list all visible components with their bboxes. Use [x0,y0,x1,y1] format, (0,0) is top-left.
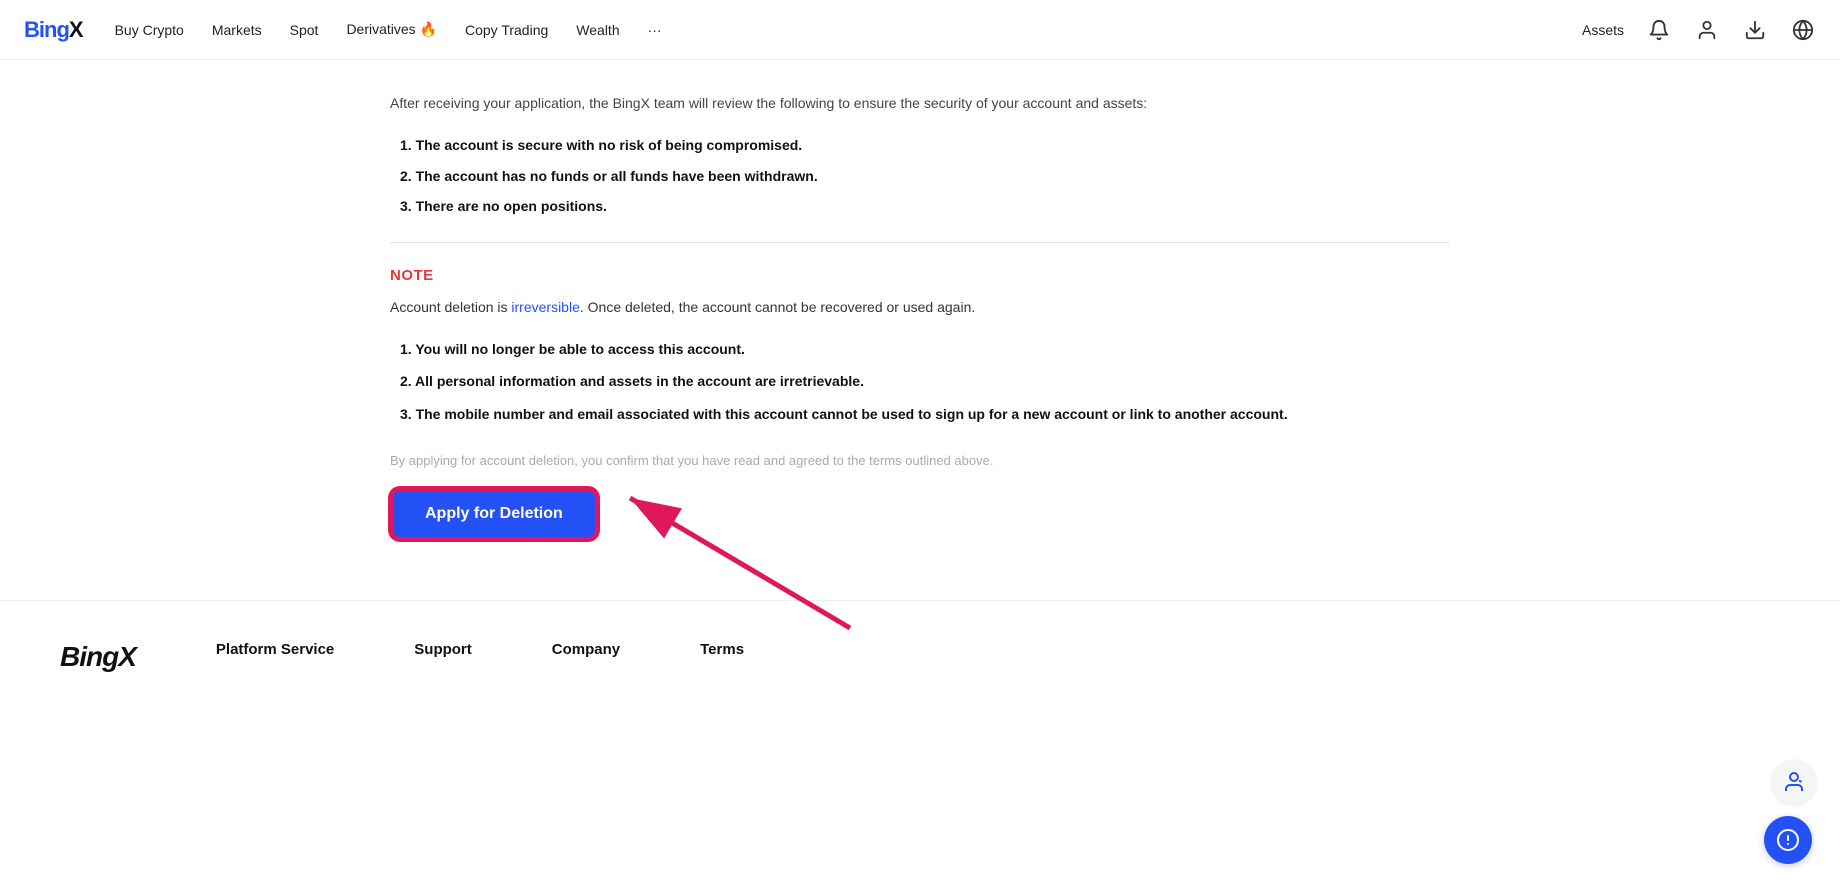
footer-company: Company [552,641,620,673]
fixed-user-copy-button[interactable] [1772,760,1816,804]
footer-terms-heading: Terms [700,641,744,658]
user-icon[interactable] [1694,17,1720,43]
footer-platform-service: Platform Service [216,641,334,673]
consequence-item-2: 2. All personal information and assets i… [400,370,1450,392]
download-icon[interactable] [1742,17,1768,43]
fixed-chat-button[interactable] [1764,816,1812,864]
apply-for-deletion-button[interactable]: Apply for Deletion [390,488,598,540]
consequence-item-1: 1. You will no longer be able to access … [400,338,1450,360]
confirm-text: By applying for account deletion, you co… [390,453,1450,468]
note-desc-suffix: . Once deleted, the account cannot be re… [580,299,975,315]
notification-icon[interactable] [1646,17,1672,43]
brand-logo[interactable]: BingX [24,17,83,43]
nav-buy-crypto[interactable]: Buy Crypto [115,22,184,38]
footer-terms: Terms [700,641,744,673]
intro-text: After receiving your application, the Bi… [390,92,1450,114]
navbar: BingX Buy Crypto Markets Spot Derivative… [0,0,1840,60]
consequence-item-3: 3. The mobile number and email associate… [400,403,1450,425]
note-desc-plain: Account deletion is [390,299,511,315]
nav-right: Assets [1582,17,1816,43]
footer-company-heading: Company [552,641,620,658]
nav-copy-trading[interactable]: Copy Trading [465,22,548,38]
nav-derivatives[interactable]: Derivatives 🔥 [346,21,437,38]
footer-brand: BingX [60,641,136,673]
note-description: Account deletion is irreversible. Once d… [390,296,1450,318]
nav-wealth[interactable]: Wealth [576,22,619,38]
review-item-1: 1. The account is secure with no risk of… [400,134,1450,156]
nav-links: Buy Crypto Markets Spot Derivatives 🔥 Co… [115,21,1582,38]
footer-logo: BingX [60,641,136,673]
review-item-2: 2. The account has no funds or all funds… [400,165,1450,187]
note-label: NOTE [390,267,1450,284]
assets-link[interactable]: Assets [1582,22,1624,38]
review-list: 1. The account is secure with no risk of… [390,134,1450,217]
section-divider [390,242,1450,243]
review-item-3: 3. There are no open positions. [400,195,1450,217]
globe-icon[interactable] [1790,17,1816,43]
apply-section: Apply for Deletion [390,488,598,540]
nav-markets[interactable]: Markets [212,22,262,38]
footer-support-heading: Support [414,641,472,658]
footer-platform-heading: Platform Service [216,641,334,658]
footer: BingX Platform Service Support Company T… [0,600,1840,693]
note-desc-highlight: irreversible [511,299,579,315]
nav-spot[interactable]: Spot [290,22,319,38]
main-content: After receiving your application, the Bi… [370,60,1470,600]
consequence-list: 1. You will no longer be able to access … [390,338,1450,425]
footer-support: Support [414,641,472,673]
nav-more[interactable]: ··· [648,22,662,38]
